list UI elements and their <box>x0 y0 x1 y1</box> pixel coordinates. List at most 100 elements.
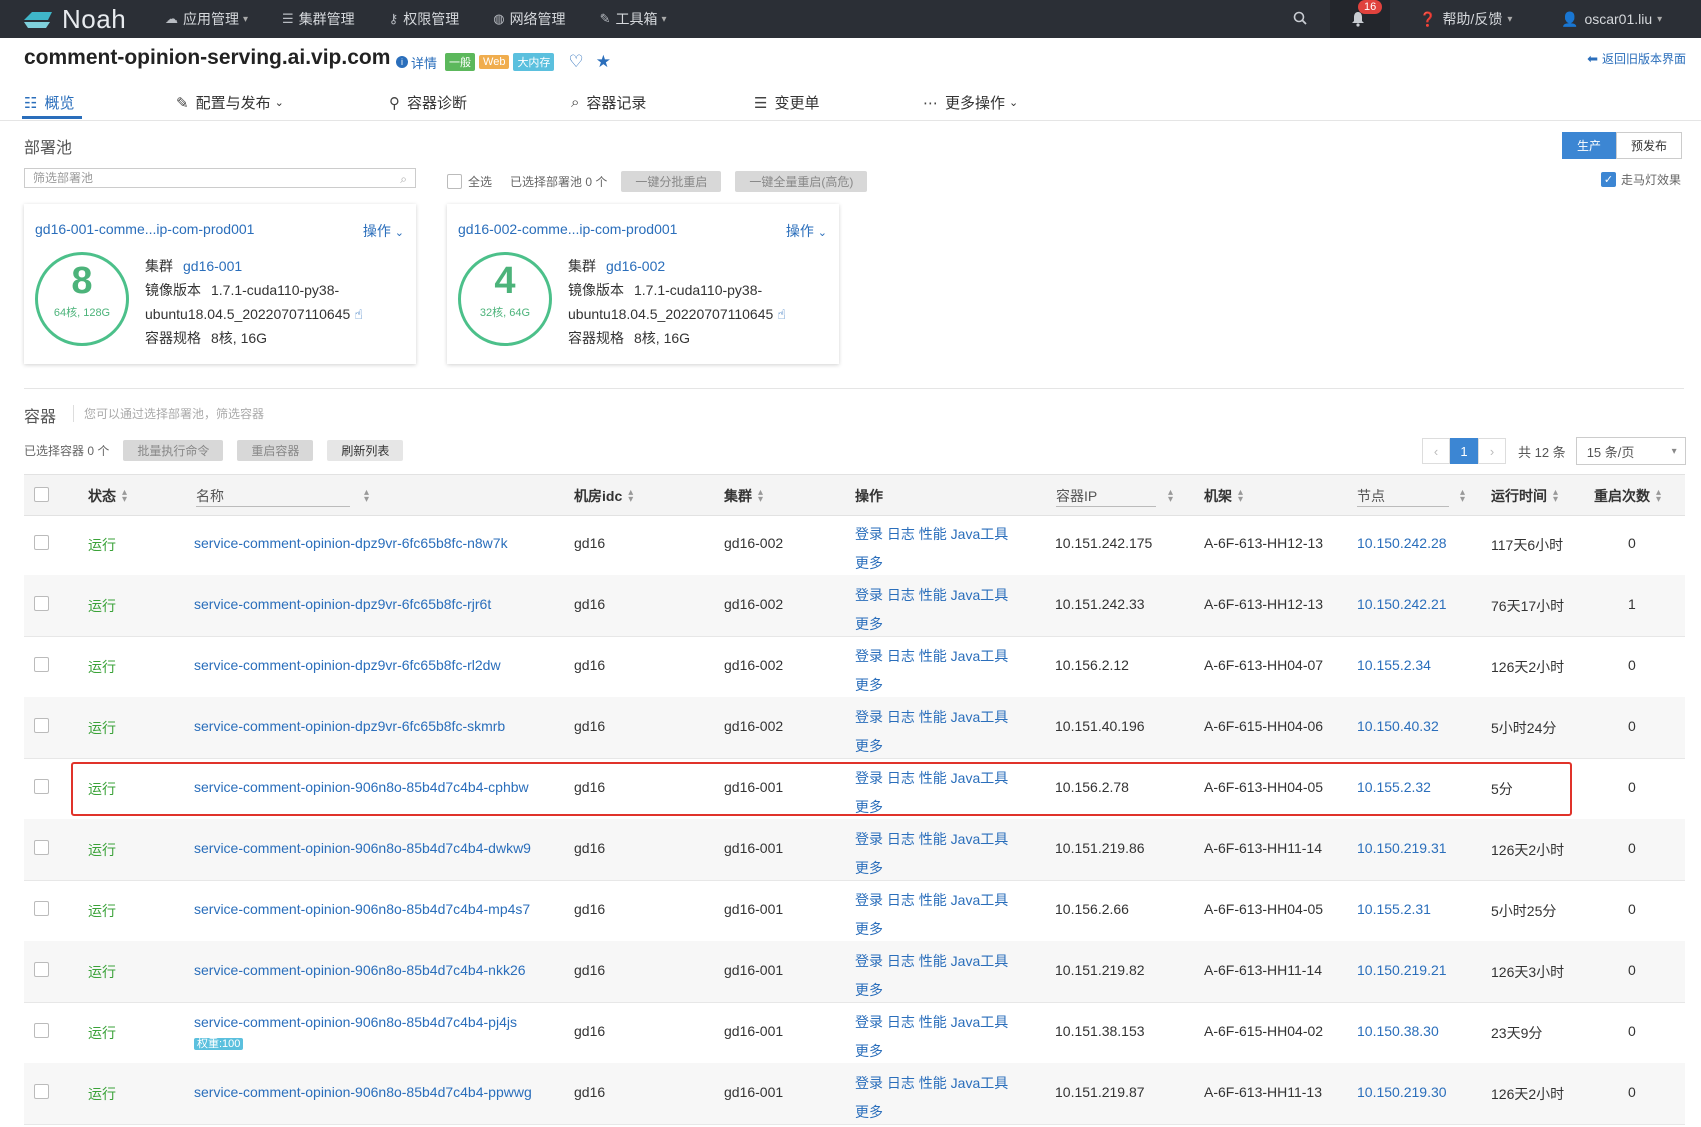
pointer-hand-icon[interactable]: ☝ <box>354 306 363 322</box>
login-link[interactable]: 登录 <box>855 648 883 664</box>
pointer-hand-icon[interactable]: ☝ <box>777 306 786 322</box>
log-link[interactable]: 日志 <box>887 587 915 603</box>
pool-op-dropdown[interactable]: 操作 ⌄ <box>786 221 827 241</box>
more-link[interactable]: 更多 <box>855 738 883 754</box>
menu-permission-management[interactable]: ⚷ 权限管理 <box>389 9 460 29</box>
log-link[interactable]: 日志 <box>887 953 915 969</box>
search-icon[interactable] <box>1293 11 1307 28</box>
node-link[interactable]: 10.155.2.34 <box>1357 657 1431 673</box>
performance-link[interactable]: 性能 <box>919 831 947 847</box>
java-tools-link[interactable]: Java工具 <box>951 892 1009 908</box>
prev-page-button[interactable]: ‹ <box>1422 438 1450 464</box>
performance-link[interactable]: 性能 <box>919 892 947 908</box>
col-cluster[interactable]: 集群 ▴ ▾ <box>724 486 763 506</box>
sort-icon[interactable]: ▴ ▾ <box>1168 488 1173 505</box>
log-link[interactable]: 日志 <box>887 709 915 725</box>
menu-cluster-management[interactable]: ☰ 集群管理 <box>282 9 355 29</box>
container-name-link[interactable]: service-comment-opinion-dpz9vr-6fc65b8fc… <box>194 657 501 673</box>
col-name[interactable]: 名称 <box>196 486 224 506</box>
log-link[interactable]: 日志 <box>887 831 915 847</box>
log-link[interactable]: 日志 <box>887 648 915 664</box>
log-link[interactable]: 日志 <box>887 892 915 908</box>
tab-change-orders[interactable]: ☰ 变更单 <box>754 92 819 113</box>
col-restarts[interactable]: 重启次数 ▴ ▾ <box>1594 486 1661 506</box>
node-link[interactable]: 10.150.40.32 <box>1357 718 1439 734</box>
select-all-checkbox[interactable] <box>447 174 462 189</box>
cluster-link[interactable]: gd16-001 <box>183 258 242 274</box>
col-uptime[interactable]: 运行时间 ▴ ▾ <box>1491 486 1558 506</box>
more-link[interactable]: 更多 <box>855 1104 883 1120</box>
full-restart-button[interactable]: 一键全量重启(高危) <box>735 171 868 192</box>
restart-container-button[interactable]: 重启容器 <box>237 440 314 461</box>
row-checkbox[interactable] <box>34 840 49 855</box>
marquee-toggle[interactable]: ✓ 走马灯效果 <box>1601 171 1681 188</box>
performance-link[interactable]: 性能 <box>919 709 947 725</box>
login-link[interactable]: 登录 <box>855 892 883 908</box>
container-name-link[interactable]: service-comment-opinion-906n8o-85b4d7c4b… <box>194 1084 532 1100</box>
more-link[interactable]: 更多 <box>855 555 883 571</box>
page-number-button[interactable]: 1 <box>1450 438 1478 464</box>
java-tools-link[interactable]: Java工具 <box>951 1014 1009 1030</box>
tab-more-actions[interactable]: ⋯ 更多操作 ⌄ <box>923 92 1018 113</box>
performance-link[interactable]: 性能 <box>919 587 947 603</box>
col-node[interactable]: 节点 <box>1357 486 1385 506</box>
node-link[interactable]: 10.150.242.28 <box>1357 535 1447 551</box>
col-idc[interactable]: 机房idc ▴ ▾ <box>574 486 633 506</box>
performance-link[interactable]: 性能 <box>919 526 947 542</box>
log-link[interactable]: 日志 <box>887 1014 915 1030</box>
container-name-link[interactable]: service-comment-opinion-906n8o-85b4d7c4b… <box>194 901 530 917</box>
more-link[interactable]: 更多 <box>855 1043 883 1059</box>
container-name-link[interactable]: service-comment-opinion-906n8o-85b4d7c4b… <box>194 1012 517 1032</box>
login-link[interactable]: 登录 <box>855 1014 883 1030</box>
row-checkbox[interactable] <box>34 779 49 794</box>
container-name-link[interactable]: service-comment-opinion-dpz9vr-6fc65b8fc… <box>194 596 491 612</box>
tab-overview[interactable]: ☷ 概览 <box>24 92 74 113</box>
java-tools-link[interactable]: Java工具 <box>951 587 1009 603</box>
notifications-button[interactable]: 16 <box>1330 0 1390 38</box>
row-checkbox[interactable] <box>34 535 49 550</box>
java-tools-link[interactable]: Java工具 <box>951 1075 1009 1091</box>
pool-filter-input[interactable]: 筛选部署池 ⌕ <box>24 168 416 188</box>
row-checkbox[interactable] <box>34 962 49 977</box>
java-tools-link[interactable]: Java工具 <box>951 648 1009 664</box>
batch-exec-button[interactable]: 批量执行命令 <box>123 440 224 461</box>
tab-container-diagnosis[interactable]: ⚲ 容器诊断 <box>389 92 467 113</box>
detail-link[interactable]: i 详情 <box>396 53 437 72</box>
next-page-button[interactable]: › <box>1478 438 1506 464</box>
login-link[interactable]: 登录 <box>855 1075 883 1091</box>
node-link[interactable]: 10.150.38.30 <box>1357 1023 1439 1039</box>
performance-link[interactable]: 性能 <box>919 953 947 969</box>
more-link[interactable]: 更多 <box>855 982 883 998</box>
row-checkbox[interactable] <box>34 718 49 733</box>
node-link[interactable]: 10.150.219.21 <box>1357 962 1447 978</box>
menu-network-management[interactable]: ◍ 网络管理 <box>493 9 565 29</box>
select-all-containers-checkbox[interactable] <box>34 487 49 502</box>
performance-link[interactable]: 性能 <box>919 648 947 664</box>
pool-name-link[interactable]: gd16-002-comme...ip-com-prod001 <box>458 221 677 237</box>
login-link[interactable]: 登录 <box>855 831 883 847</box>
more-link[interactable]: 更多 <box>855 860 883 876</box>
java-tools-link[interactable]: Java工具 <box>951 709 1009 725</box>
container-name-link[interactable]: service-comment-opinion-dpz9vr-6fc65b8fc… <box>194 535 508 551</box>
container-name-link[interactable]: service-comment-opinion-906n8o-85b4d7c4b… <box>194 962 526 978</box>
help-feedback-menu[interactable]: ❓ 帮助/反馈 ▾ <box>1419 0 1512 38</box>
performance-link[interactable]: 性能 <box>919 1075 947 1091</box>
env-production-button[interactable]: 生产 <box>1562 132 1617 159</box>
java-tools-link[interactable]: Java工具 <box>951 526 1009 542</box>
node-link[interactable]: 10.150.219.31 <box>1357 840 1447 856</box>
sort-icon[interactable]: ▴ ▾ <box>1460 488 1465 505</box>
col-status[interactable]: 状态 ▴ ▾ <box>88 486 127 506</box>
star-icon[interactable]: ★ <box>596 52 611 72</box>
login-link[interactable]: 登录 <box>855 526 883 542</box>
back-to-old-version-link[interactable]: ⬅ 返回旧版本界面 <box>1587 50 1686 67</box>
col-container-ip[interactable]: 容器IP <box>1056 486 1097 506</box>
login-link[interactable]: 登录 <box>855 953 883 969</box>
row-checkbox[interactable] <box>34 1023 49 1038</box>
login-link[interactable]: 登录 <box>855 587 883 603</box>
java-tools-link[interactable]: Java工具 <box>951 953 1009 969</box>
user-menu[interactable]: 👤 oscar01.liu ▾ <box>1561 0 1662 38</box>
tab-container-records[interactable]: ⌕ 容器记录 <box>571 92 646 113</box>
sort-icon[interactable]: ▴ ▾ <box>364 488 369 505</box>
tab-config-release[interactable]: ✎ 配置与发布 ⌄ <box>176 92 284 113</box>
more-link[interactable]: 更多 <box>855 921 883 937</box>
